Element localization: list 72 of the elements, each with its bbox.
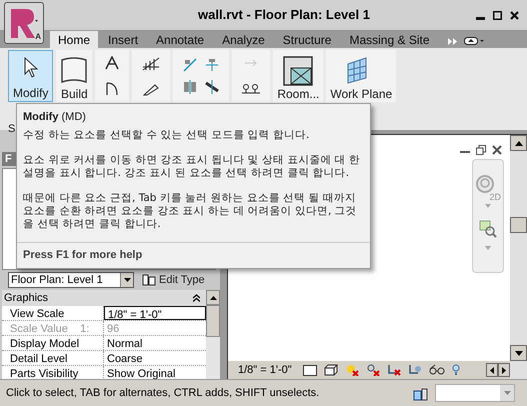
split-icon[interactable] [183,80,198,94]
ribbon-button[interactable]: Modify [8,50,54,102]
ribbon-tab[interactable]: Massing & Site [341,31,438,48]
align-icon[interactable] [183,58,198,72]
status-message: Click to select, TAB for alternates, CTRL adds, SHIFT unselects. [5,386,320,401]
scroll-down-icon[interactable] [514,350,522,356]
ribbon-button[interactable]: Build [56,50,92,102]
trim-icon[interactable] [205,80,220,94]
type-selector[interactable]: Floor Plan: Level 1 [8,272,134,288]
ribbon-tab[interactable]: Home [50,31,98,48]
ribbon-tab[interactable]: Analyze [214,31,273,48]
zoom-icon[interactable] [479,220,497,238]
panel-label: S [8,122,16,137]
wall-icon [60,56,88,86]
glasses-icon[interactable] [428,364,445,376]
tooltip-text: 요소 위로 커서를 이동 하면 강조 표시 됩니다 및 상태 표시줄에 대 한 설명을 표시 합니다. 강조 표시 된 요소를 선택 하려면 클릭 합니다. [23,154,362,180]
nav-label: 2D [489,193,501,202]
panel-title: F [4,152,12,167]
property-name: Detail Level [2,351,104,365]
property-value-field[interactable]: 1/8" = 1'-0" [104,306,206,320]
scroll-right-icon[interactable] [502,366,506,374]
bulb-icon[interactable] [452,364,460,376]
tooltip-footer: Press F1 for more help [23,247,142,264]
scroll-left-icon[interactable] [490,366,494,374]
property-value: Coarse [106,352,144,365]
crop-off-icon[interactable] [386,364,401,376]
shadows-off-icon[interactable] [366,364,380,376]
room-icon [283,56,314,86]
ribbon-tab[interactable]: Structure [274,31,340,48]
scroll-up-icon[interactable] [514,140,522,146]
scroll-up-icon[interactable] [210,296,216,300]
dropdown-icon [504,391,510,395]
scrollbar-thumb[interactable] [510,217,527,233]
property-name: Display Model [2,336,104,350]
ribbon-toggle-icon[interactable] [464,37,484,45]
maximize-icon[interactable] [493,10,502,20]
cube-icon[interactable] [324,364,338,376]
view-scale[interactable]: 1/8" = 1'-0" [238,362,296,378]
railing-icon[interactable] [142,56,160,70]
property-name: View Scale [2,306,104,320]
property-value: Show Original [106,367,176,380]
collapse-icon[interactable] [193,294,200,302]
tooltip-text: 수정 하는 요소를 선택할 수 있는 선택 모드를 입력 합니다. [23,128,310,142]
tooltip-text: 때문에 다른 요소 근접, Tab 키를 눌러 원하는 요소를 선택 될 때까지 요소를 순환 하려면 요소를 강조 표시 하는 데 어려움이 있다면, 그것을 선택 하려면 클릭 합니다. [23,192,358,230]
ribbon-tab[interactable]: Annotate [148,31,212,48]
ribbon-tab[interactable]: Insert [100,31,146,48]
edit-type-icon [142,274,156,286]
detail-level-icon[interactable] [302,364,317,376]
text-icon[interactable] [105,56,120,70]
edit-type-button[interactable]: Edit Type [140,272,207,288]
ribbon-button[interactable]: Room... [273,50,324,102]
property-name: Scale Value 1: [2,321,104,335]
property-value: Normal [106,337,144,350]
close-icon[interactable] [492,145,502,155]
app-letter: A [35,31,41,43]
crop-region-icon[interactable] [408,364,422,376]
scrollbar-thumb[interactable] [206,305,220,337]
ribbon-button[interactable]: Work Plane [326,50,396,102]
offset-icon[interactable] [205,58,220,72]
dropdown-icon [124,278,130,282]
window-title: wall.rvt - Floor Plan: Level 1 [197,6,371,24]
tooltip-title: Modify (MD) [23,110,87,125]
restore-icon[interactable] [476,145,486,155]
property-value: 96 [106,322,120,335]
ramp-icon[interactable] [143,84,160,96]
move-icon [244,58,258,68]
sun-off-icon[interactable] [344,364,359,376]
close-icon[interactable] [510,10,519,20]
cursor-icon [24,57,38,79]
curve-icon[interactable] [105,82,120,96]
group-icon[interactable] [242,84,260,94]
more-tabs-icon[interactable] [448,38,458,44]
